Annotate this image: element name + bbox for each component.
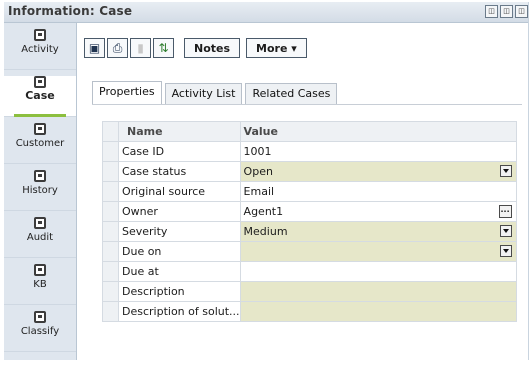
swap-icon: ⇅ [158,41,169,55]
window-buttons: ◫ ◫ ◫ [485,5,528,18]
save-icon: ▣ [88,41,101,55]
row-selector[interactable] [102,141,119,162]
property-value-text: Medium [243,225,288,238]
sidebar-item-activity[interactable]: Activity [4,29,76,70]
row-selector[interactable] [102,161,119,182]
print-button[interactable]: ⎙ [107,38,128,58]
due-at-field[interactable] [239,261,517,282]
sidebar-item-label: Activity [21,44,59,55]
property-name: Description [118,281,241,302]
row-selector[interactable] [102,281,119,302]
sidebar-item-label: History [22,185,58,196]
attach-button: ▮ [130,38,151,58]
save-button[interactable]: ▣ [84,38,105,58]
case-icon [34,76,46,88]
title-bar: Information: Case ◫ ◫ ◫ [4,2,528,23]
row-selector[interactable] [102,261,119,282]
classify-icon [34,311,46,323]
audit-icon [34,217,46,229]
property-name: Due at [118,261,241,282]
row-selector[interactable] [102,221,119,242]
table-row[interactable]: Case status Open [102,161,517,182]
sidebar-item-label: KB [33,279,47,290]
window-button-prev[interactable]: ◫ [485,5,498,18]
sidebar-item-label: Customer [15,138,65,149]
property-value-text: Email [243,185,275,198]
property-name: Original source [118,181,241,202]
property-name: Case status [118,161,241,182]
table-row[interactable]: Due on [102,241,517,262]
description-of-solution-field[interactable] [239,301,517,322]
print-icon: ⎙ [112,40,123,55]
table-row[interactable]: Owner Agent1... [102,201,517,222]
due-on-select[interactable] [239,241,517,262]
row-selector-header [102,121,119,142]
notes-button[interactable]: Notes [184,38,241,58]
customer-icon [34,123,46,135]
window-button-restore[interactable]: ◫ [515,5,528,18]
sidebar-item-case[interactable]: Case [4,76,76,117]
sidebar-item-audit[interactable]: Audit [4,217,76,258]
sidebar-item-history[interactable]: History [4,170,76,211]
owner-field[interactable]: Agent1... [239,201,517,222]
tab-activity-list[interactable]: Activity List [164,83,243,104]
attach-icon: ▮ [137,41,144,55]
kb-icon [34,264,46,276]
more-button[interactable]: More ▾ [246,38,307,58]
tab-strip: Properties Activity List Related Cases [92,80,522,105]
toolbar: ▣ ⎙ ▮ ⇅ Notes More ▾ [84,36,309,60]
swap-button[interactable]: ⇅ [153,38,174,58]
property-value[interactable]: Email [239,181,517,202]
case-status-select[interactable]: Open [239,161,517,182]
grid-header: Name Value [102,121,517,142]
window-title: Information: Case [8,4,133,18]
column-header-value: Value [239,121,517,142]
dropdown-arrow-icon[interactable] [499,225,512,237]
property-value[interactable]: 1001 [239,141,517,162]
property-name: Due on [118,241,241,262]
row-selector[interactable] [102,241,119,262]
dropdown-arrow-icon[interactable] [499,165,512,177]
sidebar-item-label: Case [25,89,55,102]
activity-icon [34,29,46,41]
property-value-text: Open [243,165,273,178]
table-row[interactable]: Case ID 1001 [102,141,517,162]
property-name: Description of solut... [118,301,241,322]
row-selector[interactable] [102,201,119,222]
ellipsis-icon[interactable]: ... [498,205,512,218]
window-button-next[interactable]: ◫ [500,5,513,18]
sidebar-item-customer[interactable]: Customer [4,123,76,164]
table-row[interactable]: Severity Medium [102,221,517,242]
row-selector[interactable] [102,301,119,322]
tab-properties[interactable]: Properties [92,81,162,104]
history-icon [34,170,46,182]
column-header-name: Name [118,121,241,142]
sidebar-item-label: Classify [20,326,60,337]
property-value-text: Agent1 [243,205,284,218]
sidebar-item-kb[interactable]: KB [4,264,76,305]
table-row[interactable]: Description [102,281,517,302]
sidebar-item-classify[interactable]: Classify [4,311,76,352]
sidebar-item-label: Audit [26,232,54,243]
table-row[interactable]: Description of solut... [102,301,517,322]
sidebar: Activity Case Customer History Audit KB … [4,23,77,360]
tab-related-cases[interactable]: Related Cases [245,83,338,104]
property-name: Case ID [118,141,241,162]
description-field[interactable] [239,281,517,302]
property-name: Owner [118,201,241,222]
property-name: Severity [118,221,241,242]
property-value-text: 1001 [243,145,272,158]
table-row[interactable]: Due at [102,261,517,282]
dropdown-arrow-icon[interactable] [499,245,512,257]
row-selector[interactable] [102,181,119,202]
table-row[interactable]: Original source Email [102,181,517,202]
severity-select[interactable]: Medium [239,221,517,242]
properties-grid: Name Value Case ID 1001 Case status Open… [102,121,517,322]
